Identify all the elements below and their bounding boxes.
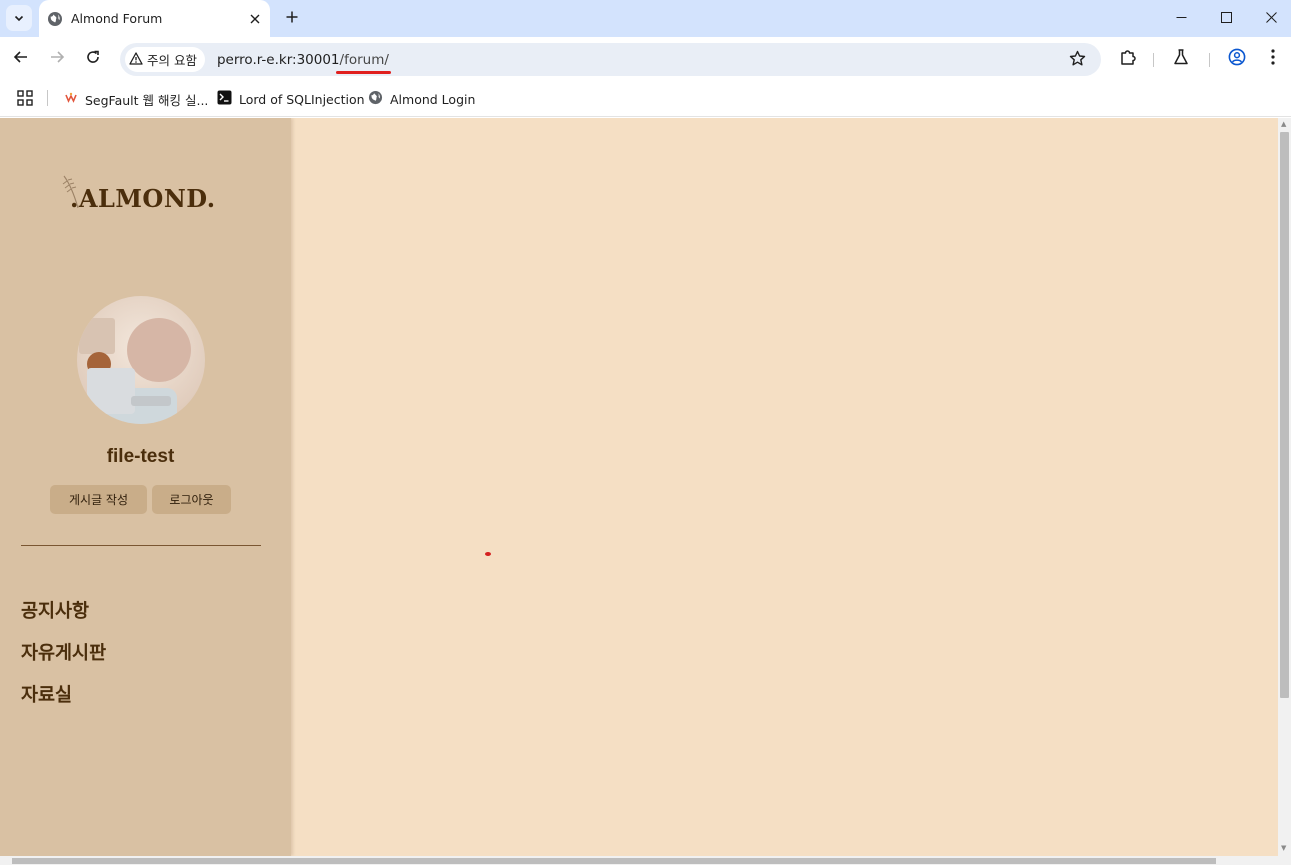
almond-logo[interactable]: .ALMOND. (58, 174, 215, 214)
horizontal-scrollbar-thumb[interactable] (12, 858, 1216, 864)
bookmark-segfault[interactable]: SegFault 웹 해킹 실... (64, 88, 208, 110)
bookmark-lord-of-sqlinjection[interactable]: Lord of SQLInjection (217, 88, 365, 110)
address-bar[interactable]: 주의 요함 perro.r-e.kr:30001/forum/ (120, 43, 1101, 76)
red-dot-annotation (485, 552, 491, 556)
bookmarks-bar: SegFault 웹 해킹 실... Lord of SQLInjection … (0, 82, 1291, 117)
globe-icon (368, 90, 383, 109)
main-content (291, 118, 1278, 856)
menu-item-archive[interactable]: 자료실 (21, 681, 72, 707)
chevron-down-icon (13, 9, 25, 28)
vertical-scrollbar[interactable]: ▲ ▼ (1278, 118, 1291, 856)
forward-button[interactable] (43, 45, 71, 73)
url-host: perro.r-e.kr:30001 (216, 51, 340, 68)
avatar (77, 296, 205, 424)
apps-grid-icon[interactable] (17, 90, 33, 106)
puzzle-icon (1119, 48, 1137, 70)
profile-button[interactable] (1223, 45, 1251, 73)
extensions-button[interactable] (1114, 45, 1142, 73)
tab-title: Almond Forum (71, 11, 163, 26)
url-path: /forum/ (335, 51, 391, 74)
tab-search-button[interactable] (6, 5, 32, 31)
toolbar-separator (1209, 53, 1210, 67)
vertical-scrollbar-thumb[interactable] (1280, 132, 1289, 698)
bookmark-label: Almond Login (390, 91, 476, 107)
browser-tab-active[interactable]: Almond Forum (39, 0, 270, 37)
warning-icon (129, 50, 143, 69)
bookmark-almond-login[interactable]: Almond Login (368, 88, 475, 110)
bookmark-label: SegFault 웹 해킹 실... (85, 92, 209, 108)
close-icon[interactable] (244, 8, 266, 30)
globe-icon (47, 11, 63, 27)
maximize-button[interactable] (1203, 0, 1249, 35)
sidebar: .ALMOND. file-test 게시글 작성 로그아웃 공지사항 자유게시… (0, 118, 291, 856)
profile-icon (1228, 48, 1246, 70)
menu-item-free-board[interactable]: 자유게시판 (21, 639, 106, 665)
arrow-left-icon (13, 49, 29, 69)
arrow-right-icon (49, 49, 65, 69)
labs-button[interactable] (1167, 45, 1195, 73)
window-close-button[interactable] (1248, 0, 1291, 35)
menu-button[interactable] (1259, 45, 1287, 73)
write-post-button[interactable]: 게시글 작성 (50, 485, 147, 514)
url-path-text: /forum/ (339, 51, 389, 68)
toolbar-separator (1153, 53, 1154, 67)
bookmark-label: Lord of SQLInjection (239, 91, 365, 107)
minimize-button[interactable] (1158, 0, 1204, 35)
plus-icon (286, 8, 298, 27)
terminal-icon (217, 90, 232, 109)
bookmark-star-button[interactable] (1067, 50, 1087, 70)
segfault-icon (64, 90, 78, 109)
more-vert-icon (1271, 49, 1275, 69)
username: file-test (106, 446, 175, 467)
back-button[interactable] (7, 45, 35, 73)
maximize-icon (1220, 8, 1232, 27)
menu-item-notice[interactable]: 공지사항 (21, 597, 89, 623)
url-text[interactable]: perro.r-e.kr:30001/forum/ (216, 51, 391, 74)
security-chip[interactable]: 주의 요함 (125, 47, 205, 72)
minimize-icon (1176, 8, 1187, 27)
star-icon (1069, 50, 1086, 71)
scroll-up-icon[interactable]: ▲ (1281, 121, 1286, 128)
flask-icon (1172, 48, 1190, 70)
new-tab-button[interactable] (280, 5, 304, 29)
scroll-down-icon[interactable]: ▼ (1281, 845, 1286, 852)
reload-button[interactable] (79, 45, 107, 73)
tab-strip: Almond Forum (0, 0, 1291, 37)
logo-text: .ALMOND. (70, 184, 216, 213)
page-viewport: .ALMOND. file-test 게시글 작성 로그아웃 공지사항 자유게시… (0, 118, 1278, 856)
logout-button[interactable]: 로그아웃 (152, 485, 231, 514)
security-chip-label: 주의 요함 (147, 53, 197, 68)
bookmarks-separator (47, 90, 48, 106)
close-icon (1265, 8, 1277, 27)
reload-icon (85, 49, 101, 69)
browser-toolbar: 주의 요함 perro.r-e.kr:30001/forum/ (0, 37, 1291, 82)
sidebar-divider (21, 545, 261, 546)
horizontal-scrollbar[interactable] (0, 856, 1291, 865)
red-underline-annotation (335, 70, 391, 74)
